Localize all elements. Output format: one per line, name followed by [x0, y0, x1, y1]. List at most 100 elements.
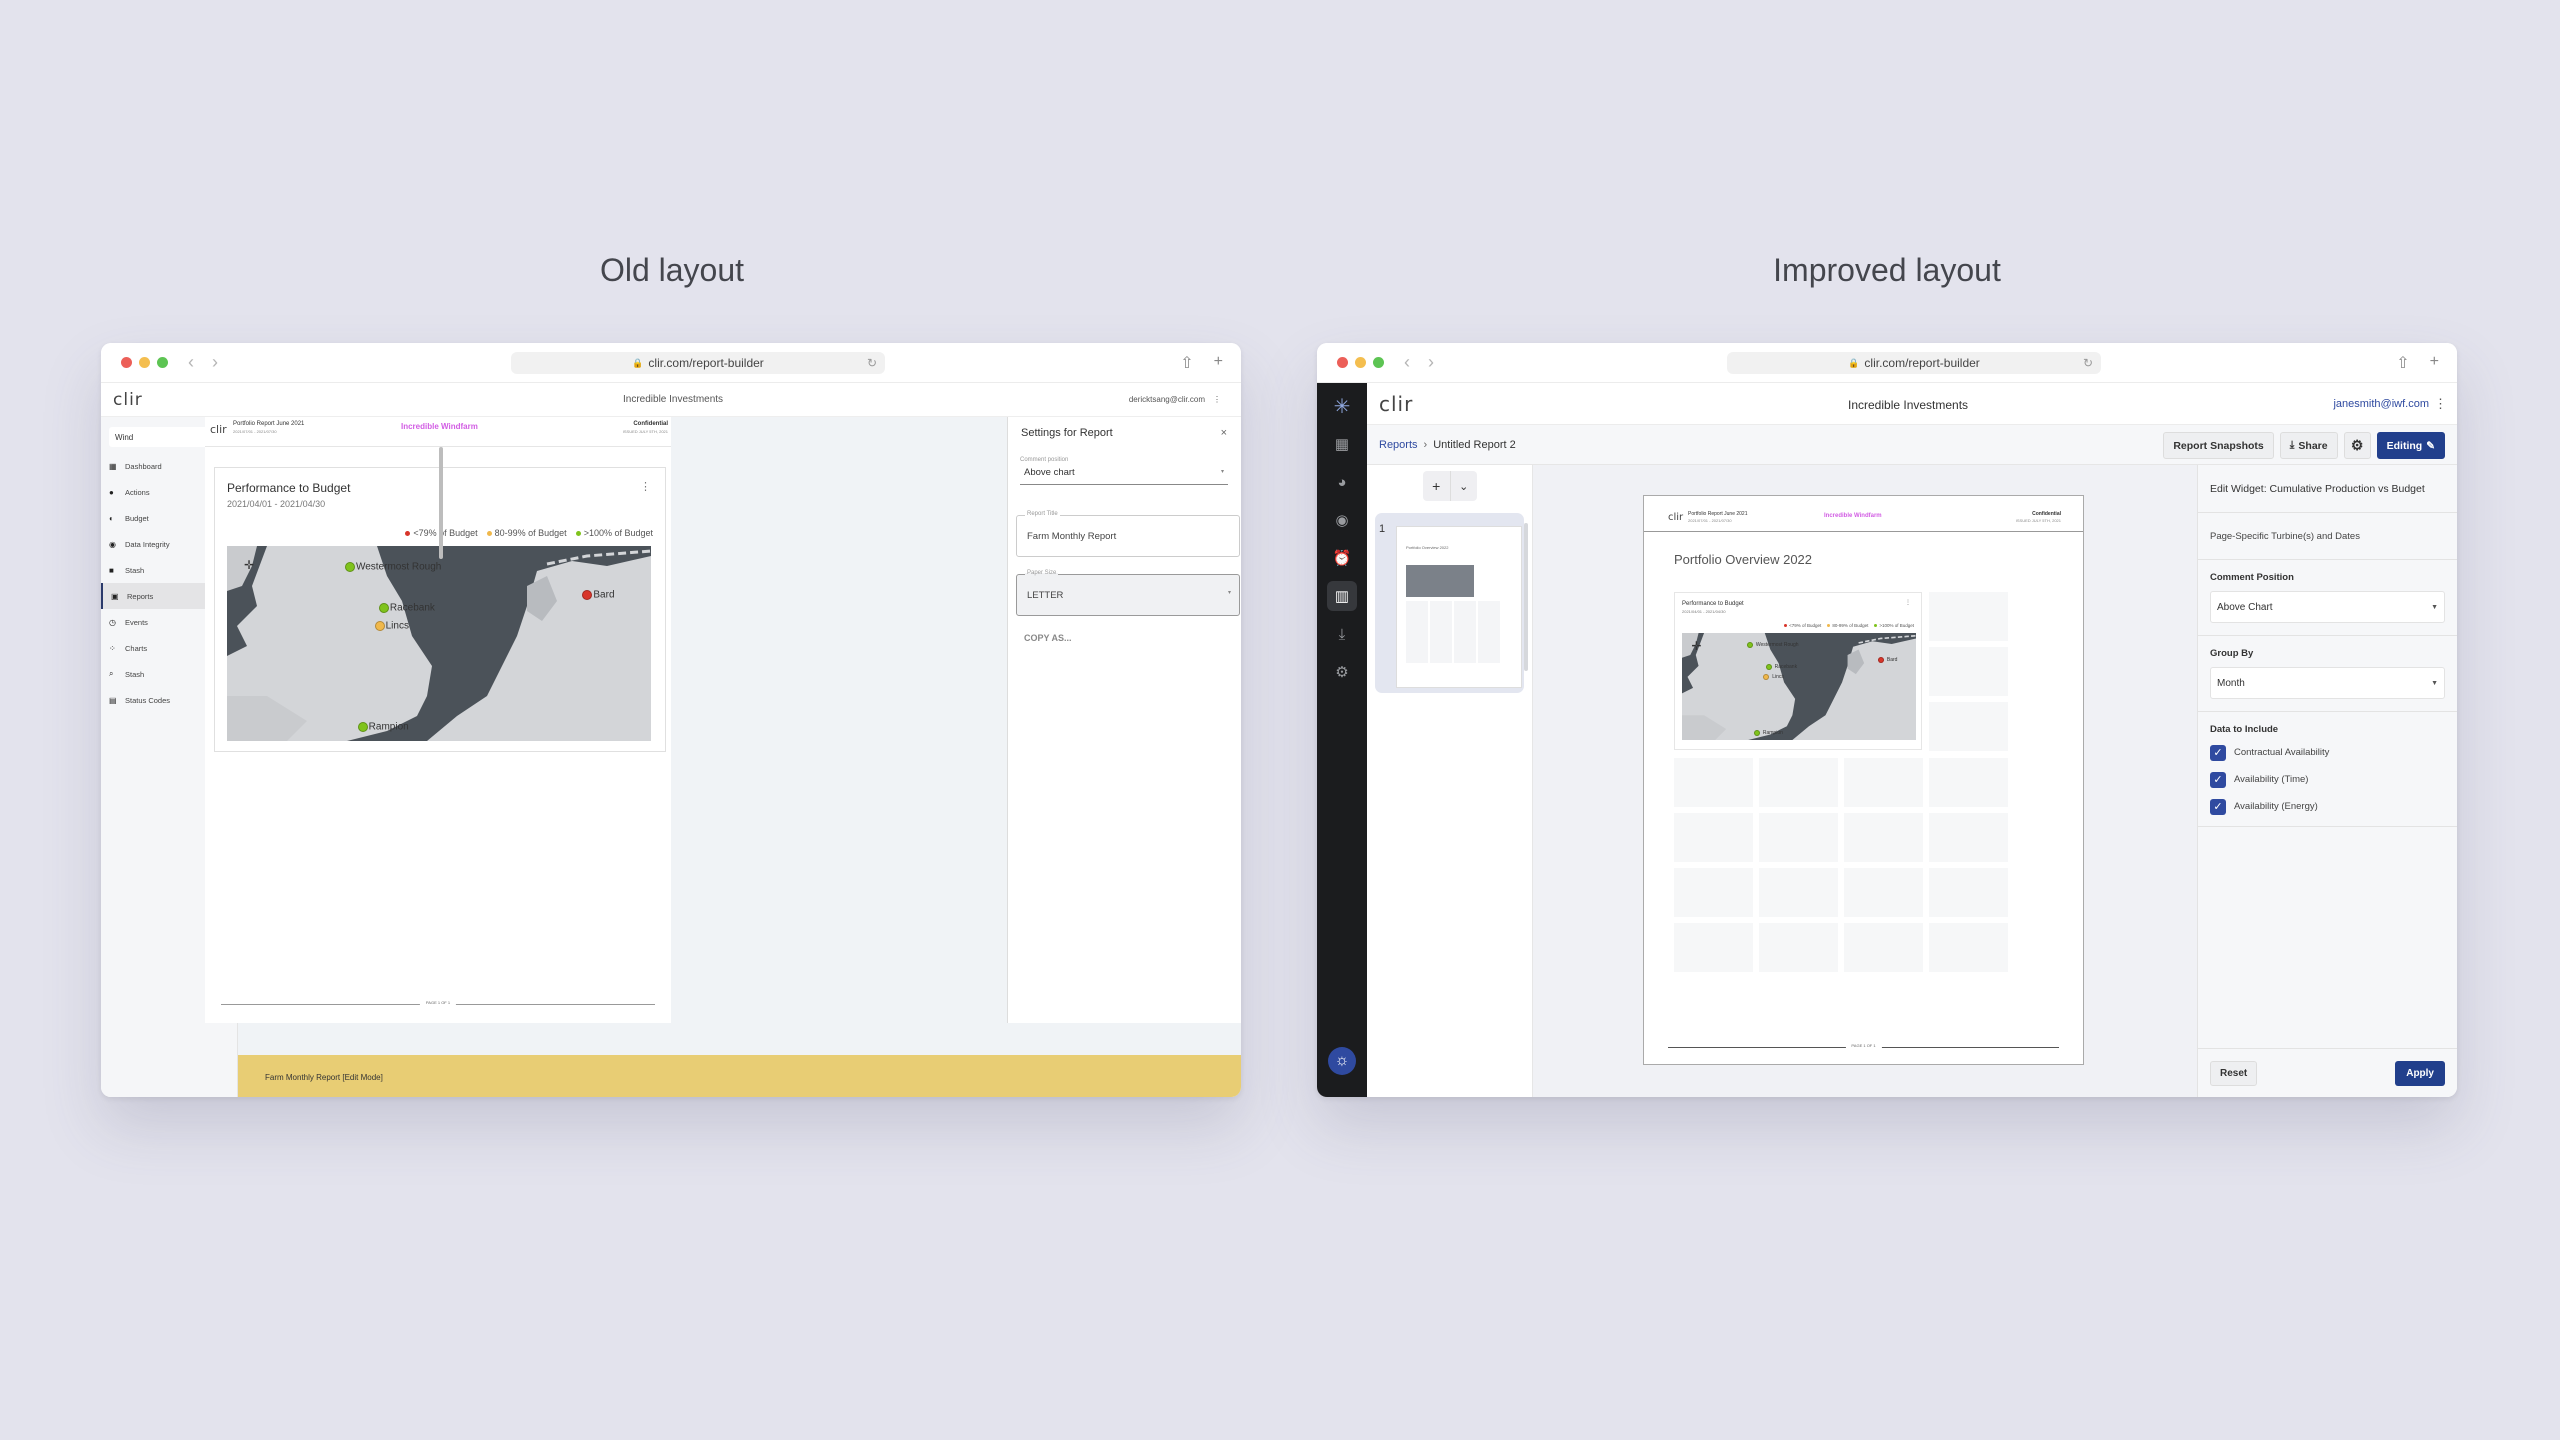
empty-widget-slot[interactable] [1844, 868, 1923, 917]
back-arrow-icon[interactable]: ‹ [188, 352, 194, 373]
empty-widget-slot[interactable] [1929, 923, 2008, 972]
clir-logo[interactable]: clir [1379, 392, 1413, 416]
address-bar[interactable]: 🔒 clir.com/report-builder ↻ [1727, 352, 2101, 374]
kebab-menu-icon[interactable]: ⋮ [2434, 396, 2447, 412]
report-title-field[interactable]: Report Title Farm Monthly Report [1016, 511, 1240, 557]
new-tab-icon[interactable]: + [2430, 353, 2439, 373]
clir-star-logo-icon[interactable]: ✳ [1327, 391, 1357, 421]
site-marker[interactable] [1765, 664, 1772, 671]
close-icon[interactable]: × [1221, 427, 1227, 439]
forward-arrow-icon[interactable]: › [212, 352, 218, 373]
forward-arrow-icon[interactable]: › [1428, 352, 1434, 373]
empty-widget-slot[interactable] [1929, 758, 2008, 807]
user-email[interactable]: janesmith@iwf.com [2333, 398, 2429, 410]
widget-menu-icon[interactable]: ⋮ [1905, 599, 1911, 606]
theme-toggle-sun-icon[interactable]: ☼ [1328, 1047, 1356, 1075]
data-include-checkbox-row[interactable]: ✓ Contractual Availability [2210, 739, 2445, 766]
empty-widget-slot[interactable] [1929, 592, 2008, 641]
group-by-select[interactable]: Month ▼ [2210, 667, 2445, 699]
widget-menu-icon[interactable]: ⋮ [640, 480, 651, 493]
site-marker[interactable] [1877, 656, 1884, 663]
new-tab-icon[interactable]: + [1214, 353, 1223, 373]
user-email[interactable]: dericktsang@clir.com [1129, 395, 1205, 404]
empty-widget-slot[interactable] [1759, 923, 1838, 972]
close-window-button[interactable] [1337, 357, 1348, 368]
site-marker[interactable] [357, 722, 368, 733]
settings-button[interactable]: ⚙ [2343, 432, 2371, 459]
performance-widget[interactable]: Performance to Budget 2021/04/01 - 2021/… [1674, 592, 1922, 750]
checkbox-checked-icon[interactable]: ✓ [2210, 798, 2226, 815]
kebab-menu-icon[interactable]: ⋮ [1213, 395, 1221, 404]
site-map[interactable]: ✛ Westermost Rough Racebank Lincs Bard Rampio… [1682, 633, 1916, 740]
data-include-checkbox-row[interactable]: ✓ Availability (Energy) [2210, 793, 2445, 820]
site-label: Racebank [1774, 664, 1798, 671]
clir-logo[interactable]: clir [113, 390, 143, 410]
site-marker[interactable] [582, 589, 593, 600]
comment-position-select[interactable]: Above chart ▾ [1020, 467, 1228, 485]
empty-widget-slot[interactable] [1759, 758, 1838, 807]
empty-widget-slot[interactable] [1674, 758, 1753, 807]
site-marker[interactable] [374, 620, 385, 631]
edit-panel-title: Edit Widget: Cumulative Production vs Bu… [2210, 482, 2425, 495]
pages-column: + ⌄ 1 Portfolio Overview 2022 [1367, 465, 1533, 1097]
editing-button[interactable]: Editing ✎ [2376, 432, 2445, 459]
site-marker[interactable] [378, 603, 389, 614]
download-icon[interactable]: ⤓ [1327, 619, 1357, 649]
reports-icon[interactable]: ▥ [1327, 581, 1357, 611]
share-icon[interactable]: ⇧ [1180, 353, 1193, 373]
close-window-button[interactable] [121, 357, 132, 368]
checkbox-checked-icon[interactable]: ✓ [2210, 744, 2226, 761]
empty-widget-slot[interactable] [1929, 868, 2008, 917]
reload-icon[interactable]: ↻ [867, 356, 877, 370]
comment-position-select[interactable]: Above Chart ▼ [2210, 591, 2445, 623]
settings-gear-icon[interactable]: ⚙ [1327, 657, 1357, 687]
eye-icon[interactable]: ◉ [1327, 505, 1357, 535]
maximize-window-button[interactable] [157, 357, 168, 368]
site-marker[interactable] [1753, 729, 1760, 736]
report-snapshots-button[interactable]: Report Snapshots [2163, 432, 2274, 459]
empty-widget-slot[interactable] [1674, 868, 1753, 917]
empty-widget-slot[interactable] [1844, 758, 1923, 807]
empty-widget-slot[interactable] [1844, 923, 1923, 972]
widget-title: Performance to Budget [1682, 601, 1744, 607]
pie-chart-icon[interactable]: ◕ [1327, 467, 1357, 497]
empty-widget-slot[interactable] [1929, 647, 2008, 696]
empty-widget-slot[interactable] [1929, 702, 2008, 751]
widget-dates: 2021/04/01 - 2021/04/30 [227, 499, 326, 509]
empty-widget-slot[interactable] [1674, 923, 1753, 972]
empty-widget-slot[interactable] [1844, 813, 1923, 862]
breadcrumb-reports-link[interactable]: Reports [1379, 439, 1418, 451]
site-marker[interactable] [344, 562, 355, 573]
copy-as-button[interactable]: COPY AS... [1024, 633, 1072, 643]
checkbox-checked-icon[interactable]: ✓ [2210, 771, 2226, 788]
empty-widget-slot[interactable] [1674, 813, 1753, 862]
dashboard-icon[interactable]: ▦ [1327, 429, 1357, 459]
data-include-checkbox-row[interactable]: ✓ Availability (Time) [2210, 766, 2445, 793]
alarm-icon[interactable]: ⏰ [1327, 543, 1357, 573]
site-marker[interactable] [1763, 673, 1770, 680]
share-button[interactable]: ⤓ Share [2279, 432, 2338, 459]
empty-widget-slot[interactable] [1759, 813, 1838, 862]
site-map[interactable]: ✛ Westermost Rough Racebank Lincs Bard Rampio… [227, 546, 651, 741]
apply-button[interactable]: Apply [2395, 1061, 2445, 1086]
page-specific-settings-link[interactable]: Page-Specific Turbine(s) and Dates [2210, 513, 2445, 559]
minimize-window-button[interactable] [139, 357, 150, 368]
empty-widget-slot[interactable] [1929, 813, 2008, 862]
paper-size-select[interactable]: Paper Size LETTER ▾ [1016, 570, 1240, 616]
scrollbar[interactable] [1524, 523, 1528, 671]
scrollbar[interactable] [439, 447, 443, 559]
add-page-button[interactable]: + ⌄ [1423, 471, 1477, 501]
address-bar[interactable]: 🔒 clir.com/report-builder ↻ [511, 352, 885, 374]
site-marker[interactable] [1746, 641, 1753, 648]
share-icon[interactable]: ⇧ [2396, 353, 2409, 373]
reset-button[interactable]: Reset [2210, 1061, 2258, 1086]
improved-layout-window: ‹ › 🔒 clir.com/report-builder ↻ ⇧ + ✳ ▦ ◕ ◉ … [1317, 343, 2457, 1097]
issued-date: ISSUED JULY 5TH, 2021 [622, 429, 668, 434]
page-list-item[interactable]: 1 Portfolio Overview 2022 [1375, 513, 1524, 693]
site-label: Lincs [1772, 673, 1784, 680]
reload-icon[interactable]: ↻ [2083, 356, 2093, 370]
maximize-window-button[interactable] [1373, 357, 1384, 368]
minimize-window-button[interactable] [1355, 357, 1366, 368]
back-arrow-icon[interactable]: ‹ [1404, 352, 1410, 373]
empty-widget-slot[interactable] [1759, 868, 1838, 917]
